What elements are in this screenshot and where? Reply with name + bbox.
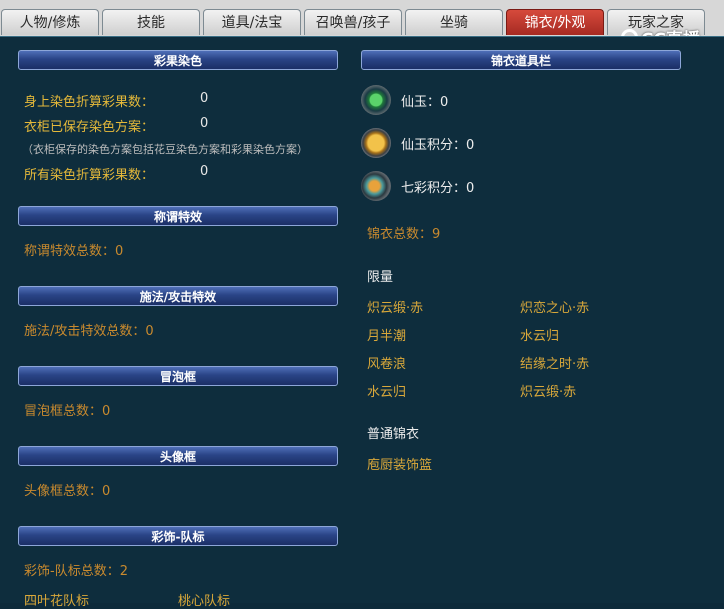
team-flag-item[interactable]: 桃心队标 <box>178 590 230 609</box>
outfit-items-header: 锦衣道具栏 <box>361 50 681 70</box>
cast-effect-total: 施法/攻击特效总数：0 <box>24 324 154 339</box>
xianyu-points: 仙玉积分：0 <box>401 138 475 153</box>
team-flag-item[interactable]: 四叶花队标 <box>24 590 89 609</box>
outfit-item[interactable]: 炽云缎·赤 <box>520 381 576 400</box>
dye-note: （衣柜保存的染色方案包括花豆染色方案和彩果染色方案） <box>22 143 308 156</box>
dye-header: 彩果染色 <box>18 50 338 70</box>
outfit-item[interactable]: 月半潮 <box>367 325 406 344</box>
outfit-item[interactable]: 水云归 <box>367 381 406 400</box>
tab-bar: 人物/修炼 技能 道具/法宝 召唤兽/孩子 坐骑 锦衣/外观 玩家之家 CC直播 <box>0 0 724 50</box>
title-effect-header: 称谓特效 <box>18 206 338 226</box>
normal-outfit-label: 普通锦衣 <box>367 427 420 442</box>
tab-outfits[interactable]: 锦衣/外观 <box>506 9 604 35</box>
avatar-frame-header: 头像框 <box>18 446 338 466</box>
tab-summons[interactable]: 召唤兽/孩子 <box>304 9 402 35</box>
outfit-item[interactable]: 炽恋之心·赤 <box>520 297 589 316</box>
outfit-item[interactable]: 庖厨装饰篮 <box>367 454 432 473</box>
bubble-header: 冒泡框 <box>18 366 338 386</box>
title-effect-total: 称谓特效总数：0 <box>24 244 124 259</box>
jade-icon <box>361 85 391 115</box>
outfit-item[interactable]: 水云归 <box>520 325 559 344</box>
outfit-item[interactable]: 结缘之时·赤 <box>520 353 589 372</box>
tab-skills[interactable]: 技能 <box>102 9 200 35</box>
cast-effect-header: 施法/攻击特效 <box>18 286 338 306</box>
outfit-total: 锦衣总数：9 <box>367 227 441 242</box>
dye-saved-label: 衣柜已保存染色方案： <box>24 120 155 135</box>
outfit-item[interactable]: 风卷浪 <box>367 353 406 372</box>
limited-label: 限量 <box>367 270 394 285</box>
team-flag-header: 彩饰-队标 <box>18 526 338 546</box>
rainbow-points-icon <box>361 171 391 201</box>
bubble-total: 冒泡框总数：0 <box>24 404 111 419</box>
jade-points-icon <box>361 128 391 158</box>
tab-mounts[interactable]: 坐骑 <box>405 9 503 35</box>
dye-total-label: 所有染色折算彩果数： <box>24 168 155 183</box>
dye-body-value: 0 <box>200 91 209 106</box>
avatar-frame-total: 头像框总数：0 <box>24 484 111 499</box>
tab-character[interactable]: 人物/修炼 <box>1 9 99 35</box>
xianyu-count: 仙玉：0 <box>401 95 449 110</box>
outfit-panel: 彩果染色 身上染色折算彩果数： 0 衣柜已保存染色方案： 0 （衣柜保存的染色方… <box>0 36 724 609</box>
rainbow-points: 七彩积分：0 <box>401 181 475 196</box>
team-flag-total: 彩饰-队标总数：2 <box>24 564 128 579</box>
dye-saved-value: 0 <box>200 116 209 131</box>
tab-items[interactable]: 道具/法宝 <box>203 9 301 35</box>
dye-body-label: 身上染色折算彩果数： <box>24 95 155 110</box>
dye-total-value: 0 <box>200 164 209 179</box>
outfit-item[interactable]: 炽云缎·赤 <box>367 297 423 316</box>
